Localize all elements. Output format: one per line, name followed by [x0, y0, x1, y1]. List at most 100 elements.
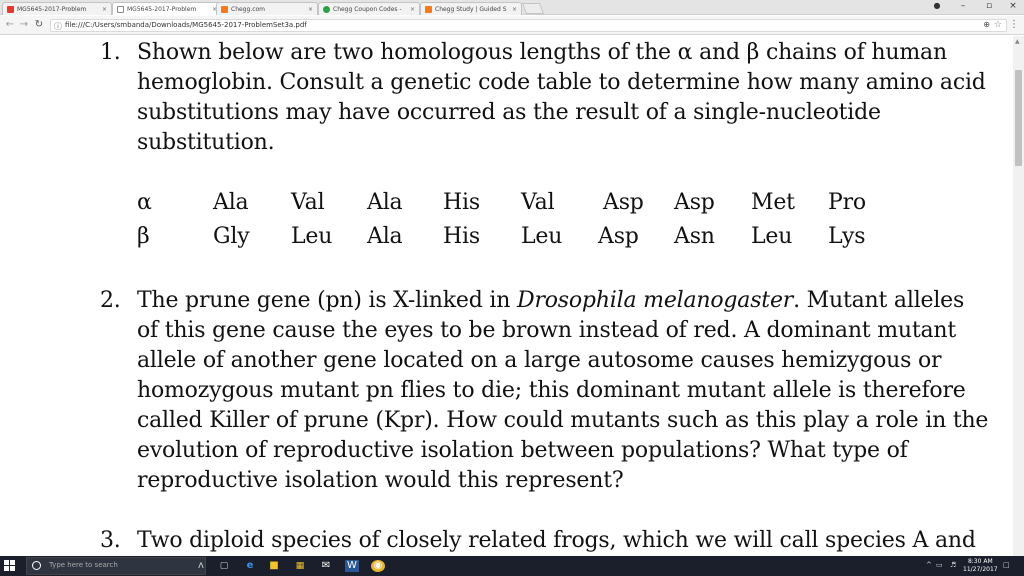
question-text: Shown below are two homologous lengths o…: [137, 38, 997, 158]
edge-browser-icon[interactable]: e: [244, 560, 256, 572]
volume-icon[interactable]: ♬: [950, 561, 956, 569]
windows-taskbar: Type here to search ᴧ ▢ e ■ ▦ ✉ W ◉ ^ ▭ …: [0, 556, 1024, 576]
minimize-button[interactable]: –: [956, 1, 970, 11]
pdf-favicon-icon: [7, 5, 14, 13]
residue: Val: [521, 190, 555, 215]
text-line: substitutions may have occurred as the r…: [137, 100, 881, 125]
text-line: Two diploid species of closely related f…: [137, 528, 976, 553]
new-tab-button[interactable]: [521, 3, 545, 14]
notifications-icon[interactable]: □: [1003, 561, 1010, 569]
tab-title: MG5645-2017-Problem: [17, 5, 87, 13]
question-text: The prune gene (pn) is X-linked in Droso…: [137, 286, 997, 496]
text-segment: The prune gene (pn) is X-linked in: [137, 288, 517, 313]
residue: Asn: [674, 224, 715, 249]
clock-time: 8:30 AM: [967, 558, 993, 565]
chegg-favicon-icon: [425, 5, 432, 13]
cortana-icon: [32, 561, 41, 570]
text-line: substitution.: [137, 130, 275, 155]
task-view-icon[interactable]: ▢: [218, 560, 230, 572]
url-text[interactable]: file:///C:/Users/smbanda/Downloads/MG564…: [65, 21, 307, 29]
windows-start-icon[interactable]: [4, 560, 16, 572]
residue: Leu: [751, 224, 793, 249]
file-explorer-icon[interactable]: ■: [268, 560, 280, 572]
tab-title: Chegg.com: [231, 5, 266, 13]
residue: Pro: [828, 190, 866, 215]
mail-icon[interactable]: ✉: [320, 560, 332, 572]
user-icon[interactable]: ●: [930, 1, 944, 10]
residue: Gly: [213, 224, 250, 249]
search-placeholder: Type here to search: [49, 561, 118, 569]
text-line: reproductive isolation would this repres…: [137, 468, 624, 493]
question-number: 3.: [100, 528, 121, 553]
tab-problem-set-2[interactable]: MG5645-2017-Problem ×: [112, 2, 222, 15]
address-bar: ← → ↻ ⓘ file:///C:/Users/smbanda/Downloa…: [0, 16, 1024, 35]
tab-problem-set-1[interactable]: MG5645-2017-Problem ×: [2, 2, 112, 15]
close-icon[interactable]: ×: [308, 6, 313, 13]
maximize-button[interactable]: ▫: [982, 1, 996, 11]
close-window-button[interactable]: ×: [1006, 1, 1020, 11]
species-name: Drosophila melanogaster: [517, 288, 794, 313]
text-line: Shown below are two homologous lengths o…: [137, 40, 947, 65]
omnibox[interactable]: ⓘ file:///C:/Users/smbanda/Downloads/MG5…: [50, 19, 1007, 32]
residue: Asp: [603, 190, 644, 215]
chrome-icon[interactable]: ◉: [371, 560, 385, 572]
menu-icon[interactable]: ⋮: [1009, 19, 1019, 30]
text-line: The prune gene (pn) is X-linked in Droso…: [137, 286, 997, 316]
text-line: allele of another gene located on a larg…: [137, 348, 942, 373]
tray-chevron-icon[interactable]: ^: [926, 561, 932, 569]
residue: Ala: [367, 190, 403, 215]
text-line: evolution of reproductive isolation betw…: [137, 438, 908, 463]
close-icon[interactable]: ×: [512, 6, 517, 13]
bookmark-star-icon[interactable]: ☆: [994, 20, 1002, 30]
residue: Met: [751, 190, 795, 215]
system-clock[interactable]: 8:30 AM 11/27/2017: [963, 558, 998, 574]
close-icon[interactable]: ×: [410, 6, 415, 13]
microphone-icon[interactable]: ᴧ: [195, 560, 207, 572]
question-number: 1.: [100, 40, 121, 65]
alpha-label: α: [137, 190, 152, 215]
close-icon[interactable]: ×: [102, 6, 107, 13]
text-segment: . Mutant alleles: [793, 288, 965, 313]
google-favicon-icon: [323, 5, 330, 13]
scrollbar-thumb[interactable]: [1015, 70, 1022, 166]
text-line: homozygous mutant pn flies to die; this …: [137, 378, 966, 403]
document-favicon-icon: [117, 5, 124, 13]
residue: Val: [291, 190, 325, 215]
residue: Ala: [213, 190, 249, 215]
text-line: hemoglobin. Consult a genetic code table…: [137, 70, 986, 95]
residue: Ala: [367, 224, 403, 249]
residue: Lys: [828, 224, 866, 249]
pdf-viewer: 1. Shown below are two homologous length…: [0, 36, 1013, 556]
chegg-favicon-icon: [221, 5, 228, 13]
question-number: 2.: [100, 288, 121, 313]
taskbar-search-box[interactable]: Type here to search: [26, 557, 206, 575]
word-icon[interactable]: W: [345, 560, 359, 572]
residue: Asp: [674, 190, 715, 215]
tab-chegg-coupons[interactable]: Chegg Coupon Codes - ×: [318, 2, 420, 15]
tab-title: MG5645-2017-Problem: [127, 5, 197, 13]
residue: His: [443, 190, 480, 215]
forward-arrow-icon[interactable]: →: [18, 19, 30, 30]
beta-label: β: [137, 224, 150, 249]
residue: His: [443, 224, 480, 249]
residue: Leu: [521, 224, 563, 249]
tab-chegg-study[interactable]: Chegg Study | Guided S ×: [420, 2, 522, 15]
text-line: called Killer of prune (Kpr). How could …: [137, 408, 989, 433]
scroll-up-icon[interactable]: ▲: [1015, 38, 1020, 45]
tab-chegg[interactable]: Chegg.com ×: [216, 2, 318, 15]
info-icon[interactable]: ⓘ: [54, 21, 62, 32]
tab-title: Chegg Study | Guided S: [435, 5, 507, 13]
tab-strip: MG5645-2017-Problem × MG5645-2017-Proble…: [0, 0, 1024, 15]
text-line: of this gene cause the eyes to be brown …: [137, 318, 957, 343]
clock-date: 11/27/2017: [963, 566, 998, 573]
residue: Leu: [291, 224, 333, 249]
tab-title: Chegg Coupon Codes -: [333, 5, 402, 13]
question-text: Two diploid species of closely related f…: [137, 526, 997, 556]
network-icon[interactable]: ▭: [936, 561, 943, 569]
residue: Asp: [598, 224, 639, 249]
back-arrow-icon[interactable]: ←: [4, 19, 16, 30]
reload-icon[interactable]: ↻: [33, 19, 45, 30]
vertical-scrollbar[interactable]: ▲: [1013, 36, 1024, 556]
store-icon[interactable]: ▦: [294, 560, 306, 572]
zoom-icon[interactable]: ⊕: [983, 20, 990, 29]
